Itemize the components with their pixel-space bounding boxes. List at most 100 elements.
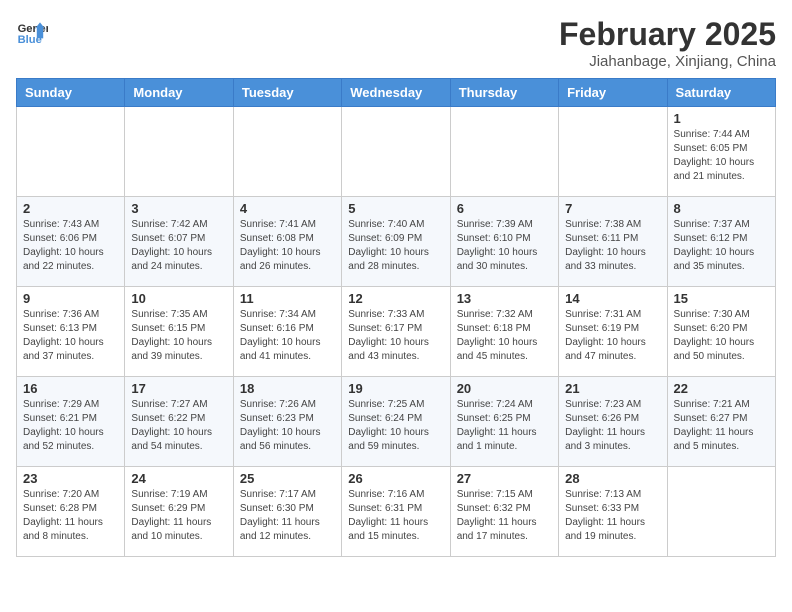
day-number: 6 [457, 201, 552, 216]
week-row-1: 1 Sunrise: 7:44 AM Sunset: 6:05 PM Daylig… [17, 107, 776, 197]
month-title: February 2025 [559, 16, 776, 53]
day-cell: 28 Sunrise: 7:13 AM Sunset: 6:33 PM Dayli… [559, 467, 667, 557]
day-info: Sunrise: 7:40 AM Sunset: 6:09 PM Dayligh… [348, 218, 443, 274]
day-number: 8 [674, 201, 769, 216]
day-cell: 3 Sunrise: 7:42 AM Sunset: 6:07 PM Daylig… [125, 197, 233, 287]
day-info: Sunrise: 7:34 AM Sunset: 6:16 PM Dayligh… [240, 308, 335, 364]
day-number: 9 [23, 291, 118, 306]
day-cell: 27Sunrise: 7:15 AM Sunset: 6:32 PM Dayli… [450, 467, 558, 557]
day-cell: 14 Sunrise: 7:31 AM Sunset: 6:19 PM Dayli… [559, 287, 667, 377]
day-info: Sunrise: 7:30 AM Sunset: 6:20 PM Dayligh… [674, 308, 769, 364]
day-info: Sunrise: 7:37 AM Sunset: 6:12 PM Dayligh… [674, 218, 769, 274]
day-info: Sunrise: 7:38 AM Sunset: 6:11 PM Dayligh… [565, 218, 660, 274]
weekday-header-tuesday: Tuesday [233, 79, 341, 107]
day-number: 26 [348, 471, 443, 486]
day-number: 13 [457, 291, 552, 306]
day-info: Sunrise: 7:42 AM Sunset: 6:07 PM Dayligh… [131, 218, 226, 274]
day-number: 7 [565, 201, 660, 216]
day-info: Sunrise: 7:13 AM Sunset: 6:33 PM Dayligh… [565, 488, 660, 544]
day-number: 20 [457, 381, 552, 396]
day-info: Sunrise: 7:19 AM Sunset: 6:29 PM Dayligh… [131, 488, 226, 544]
week-row-3: 9 Sunrise: 7:36 AM Sunset: 6:13 PM Daylig… [17, 287, 776, 377]
day-number: 25 [240, 471, 335, 486]
svg-text:General: General [18, 23, 48, 35]
title-block: February 2025 Jiahanbage, Xinjiang, Chin… [559, 16, 776, 70]
day-info: Sunrise: 7:43 AM Sunset: 6:06 PM Dayligh… [23, 218, 118, 274]
day-info: Sunrise: 7:16 AM Sunset: 6:31 PM Dayligh… [348, 488, 443, 544]
weekday-header-monday: Monday [125, 79, 233, 107]
day-info: Sunrise: 7:25 AM Sunset: 6:24 PM Dayligh… [348, 398, 443, 454]
page-header: General Blue February 2025 Jiahanbage, X… [16, 16, 776, 70]
day-number: 18 [240, 381, 335, 396]
day-info: Sunrise: 7:32 AM Sunset: 6:18 PM Dayligh… [457, 308, 552, 364]
calendar: SundayMondayTuesdayWednesdayThursdayFrid… [16, 78, 776, 557]
day-number: 11 [240, 291, 335, 306]
day-info: Sunrise: 7:23 AM Sunset: 6:26 PM Dayligh… [565, 398, 660, 454]
day-info: Sunrise: 7:27 AM Sunset: 6:22 PM Dayligh… [131, 398, 226, 454]
day-cell: 10 Sunrise: 7:35 AM Sunset: 6:15 PM Dayli… [125, 287, 233, 377]
day-cell: 22 Sunrise: 7:21 AM Sunset: 6:27 PM Dayli… [667, 377, 775, 467]
day-cell [559, 107, 667, 197]
day-cell: 21 Sunrise: 7:23 AM Sunset: 6:26 PM Dayli… [559, 377, 667, 467]
day-number: 19 [348, 381, 443, 396]
day-number: 12 [348, 291, 443, 306]
day-cell [667, 467, 775, 557]
weekday-header-row: SundayMondayTuesdayWednesdayThursdayFrid… [17, 79, 776, 107]
day-cell: 1 Sunrise: 7:44 AM Sunset: 6:05 PM Daylig… [667, 107, 775, 197]
day-number: 17 [131, 381, 226, 396]
logo: General Blue [16, 16, 48, 48]
day-number: 14 [565, 291, 660, 306]
day-number: 28 [565, 471, 660, 486]
day-info: Sunrise: 7:31 AM Sunset: 6:19 PM Dayligh… [565, 308, 660, 364]
weekday-header-wednesday: Wednesday [342, 79, 450, 107]
day-number: 15 [674, 291, 769, 306]
day-cell: 6 Sunrise: 7:39 AM Sunset: 6:10 PM Daylig… [450, 197, 558, 287]
week-row-4: 16 Sunrise: 7:29 AM Sunset: 6:21 PM Dayli… [17, 377, 776, 467]
day-info: Sunrise: 7:39 AM Sunset: 6:10 PM Dayligh… [457, 218, 552, 274]
day-cell: 26 Sunrise: 7:16 AM Sunset: 6:31 PM Dayli… [342, 467, 450, 557]
day-cell: 13 Sunrise: 7:32 AM Sunset: 6:18 PM Dayli… [450, 287, 558, 377]
logo-icon: General Blue [16, 16, 48, 48]
day-number: 4 [240, 201, 335, 216]
week-row-2: 2 Sunrise: 7:43 AM Sunset: 6:06 PM Daylig… [17, 197, 776, 287]
day-number: 5 [348, 201, 443, 216]
day-info: Sunrise: 7:15 AM Sunset: 6:32 PM Dayligh… [457, 488, 552, 544]
day-number: 21 [565, 381, 660, 396]
day-info: Sunrise: 7:36 AM Sunset: 6:13 PM Dayligh… [23, 308, 118, 364]
day-info: Sunrise: 7:26 AM Sunset: 6:23 PM Dayligh… [240, 398, 335, 454]
day-cell: 11 Sunrise: 7:34 AM Sunset: 6:16 PM Dayli… [233, 287, 341, 377]
day-cell: 15 Sunrise: 7:30 AM Sunset: 6:20 PM Dayli… [667, 287, 775, 377]
day-cell [125, 107, 233, 197]
day-info: Sunrise: 7:35 AM Sunset: 6:15 PM Dayligh… [131, 308, 226, 364]
day-cell: 19 Sunrise: 7:25 AM Sunset: 6:24 PM Dayli… [342, 377, 450, 467]
day-cell: 17 Sunrise: 7:27 AM Sunset: 6:22 PM Dayli… [125, 377, 233, 467]
day-number: 16 [23, 381, 118, 396]
day-info: Sunrise: 7:20 AM Sunset: 6:28 PM Dayligh… [23, 488, 118, 544]
day-cell: 25Sunrise: 7:17 AM Sunset: 6:30 PM Dayli… [233, 467, 341, 557]
day-cell: 24Sunrise: 7:19 AM Sunset: 6:29 PM Dayli… [125, 467, 233, 557]
day-cell: 4Sunrise: 7:41 AM Sunset: 6:08 PM Daylig… [233, 197, 341, 287]
day-number: 10 [131, 291, 226, 306]
day-number: 2 [23, 201, 118, 216]
weekday-header-friday: Friday [559, 79, 667, 107]
day-number: 1 [674, 111, 769, 126]
weekday-header-thursday: Thursday [450, 79, 558, 107]
day-cell: 5 Sunrise: 7:40 AM Sunset: 6:09 PM Daylig… [342, 197, 450, 287]
day-cell [233, 107, 341, 197]
day-cell: 2 Sunrise: 7:43 AM Sunset: 6:06 PM Daylig… [17, 197, 125, 287]
day-cell [342, 107, 450, 197]
week-row-5: 23Sunrise: 7:20 AM Sunset: 6:28 PM Dayli… [17, 467, 776, 557]
day-info: Sunrise: 7:21 AM Sunset: 6:27 PM Dayligh… [674, 398, 769, 454]
day-cell: 9 Sunrise: 7:36 AM Sunset: 6:13 PM Daylig… [17, 287, 125, 377]
day-info: Sunrise: 7:44 AM Sunset: 6:05 PM Dayligh… [674, 128, 769, 184]
day-cell: 16 Sunrise: 7:29 AM Sunset: 6:21 PM Dayli… [17, 377, 125, 467]
day-cell: 7 Sunrise: 7:38 AM Sunset: 6:11 PM Daylig… [559, 197, 667, 287]
day-cell [450, 107, 558, 197]
day-number: 3 [131, 201, 226, 216]
day-number: 22 [674, 381, 769, 396]
day-cell: 12 Sunrise: 7:33 AM Sunset: 6:17 PM Dayli… [342, 287, 450, 377]
day-info: Sunrise: 7:29 AM Sunset: 6:21 PM Dayligh… [23, 398, 118, 454]
day-info: Sunrise: 7:33 AM Sunset: 6:17 PM Dayligh… [348, 308, 443, 364]
day-cell: 20Sunrise: 7:24 AM Sunset: 6:25 PM Dayli… [450, 377, 558, 467]
location: Jiahanbage, Xinjiang, China [559, 53, 776, 70]
